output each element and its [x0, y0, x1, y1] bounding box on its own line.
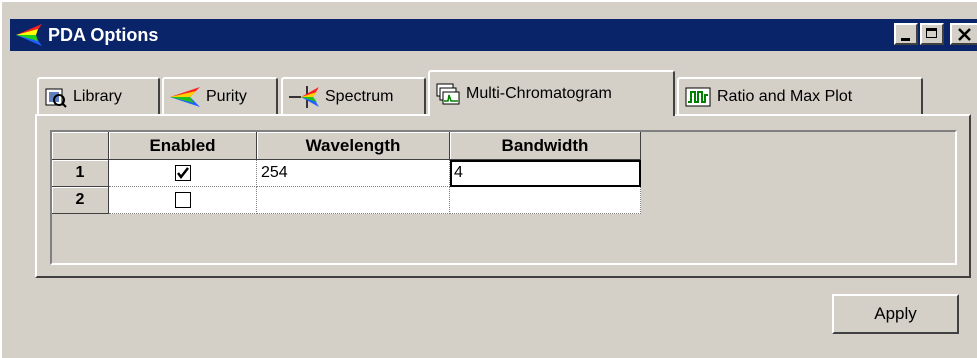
enabled-cell[interactable] [108, 186, 257, 214]
row-header[interactable]: 1 [52, 159, 109, 187]
close-button[interactable] [950, 23, 977, 45]
column-header-bandwidth[interactable]: Bandwidth [449, 132, 641, 160]
bandwidth-cell[interactable] [449, 186, 641, 214]
tab-library-label: Library [73, 88, 122, 105]
tab-multi-chromatogram[interactable]: Multi-Chromatogram [428, 70, 675, 116]
header-row: Enabled Wavelength Bandwidth [52, 132, 641, 160]
grid-table: Enabled Wavelength Bandwidth 1 254 4 2 [52, 132, 641, 214]
wavelength-cell[interactable] [256, 186, 450, 214]
row-header[interactable]: 2 [52, 186, 109, 214]
tab-ratio-and-max-plot[interactable]: Ratio and Max Plot [677, 77, 923, 115]
multi-chromatogram-icon [436, 83, 460, 105]
tab-multi-chromatogram-label: Multi-Chromatogram [466, 85, 612, 102]
title-bar[interactable]: PDA Options [10, 19, 977, 51]
table-row: 2 [52, 186, 641, 214]
tab-library[interactable]: Library [37, 77, 160, 115]
maximize-icon [926, 28, 937, 38]
enabled-cell[interactable] [108, 159, 257, 187]
apply-button[interactable]: Apply [832, 294, 959, 334]
enabled-checkbox[interactable] [174, 164, 191, 181]
corner-cell [52, 132, 109, 160]
tab-spectrum[interactable]: Spectrum [281, 77, 426, 115]
tab-purity-label: Purity [206, 88, 247, 105]
maximize-button[interactable] [920, 23, 944, 45]
bandwidth-cell[interactable]: 4 [449, 159, 641, 187]
app-icon [16, 24, 42, 46]
column-header-enabled[interactable]: Enabled [108, 132, 257, 160]
wavelength-cell[interactable]: 254 [256, 159, 450, 187]
column-header-wavelength[interactable]: Wavelength [256, 132, 450, 160]
window-title: PDA Options [48, 25, 159, 45]
ratio-plot-icon [685, 87, 711, 107]
minimize-button[interactable] [894, 23, 918, 45]
pda-options-window: PDA Options Library Purity Spectrum Mult… [0, 0, 977, 358]
minimize-icon [901, 38, 910, 41]
enabled-checkbox[interactable] [174, 191, 191, 208]
tab-ratio-and-max-plot-label: Ratio and Max Plot [717, 88, 853, 105]
purity-icon [170, 87, 200, 107]
window-bottom-border [2, 354, 977, 358]
tab-purity[interactable]: Purity [162, 77, 278, 115]
close-icon [958, 28, 971, 41]
spectrum-icon [289, 86, 319, 108]
chromatogram-grid[interactable]: Enabled Wavelength Bandwidth 1 254 4 2 [50, 130, 957, 265]
library-icon [45, 88, 67, 108]
checkmark-icon [176, 166, 189, 179]
table-row: 1 254 4 [52, 159, 641, 187]
tab-spectrum-label: Spectrum [325, 88, 394, 105]
